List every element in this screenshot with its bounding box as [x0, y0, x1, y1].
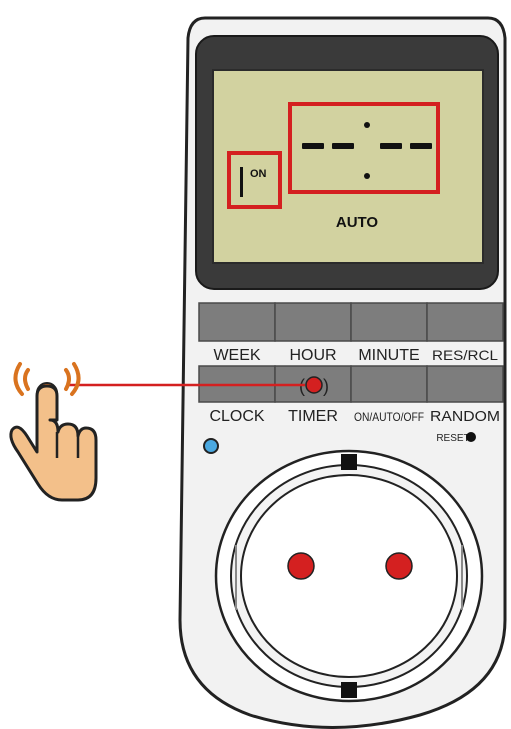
clock-led — [203, 438, 219, 454]
hour-button[interactable] — [274, 302, 352, 342]
week-button[interactable] — [198, 302, 276, 342]
mode-label: AUTO — [336, 214, 379, 231]
socket-pin-left — [287, 552, 315, 580]
minute-button[interactable] — [350, 302, 428, 342]
socket-pin-right — [385, 552, 413, 580]
res-rcl-label: RES/RCL — [432, 347, 498, 363]
week-label: WEEK — [213, 347, 260, 364]
hour-label: HOUR — [289, 347, 336, 364]
on-indicator-bar — [240, 167, 243, 197]
res-rcl-button[interactable] — [426, 302, 504, 342]
power-socket — [214, 449, 484, 703]
on-auto-off-button[interactable] — [350, 365, 428, 403]
random-button[interactable] — [426, 365, 504, 403]
reset-label: RESET — [436, 433, 469, 444]
random-label: RANDOM — [430, 408, 500, 425]
timer-diagram: ON AUTO WEEK HOUR MINUTE RES/RCL CLOCK T… — [9, 16, 507, 729]
button-row-top — [198, 302, 504, 342]
minute-label: MINUTE — [358, 347, 419, 364]
on-label: ON — [250, 168, 267, 180]
clock-label: CLOCK — [209, 408, 264, 425]
timer-label: TIMER — [288, 408, 338, 425]
on-auto-off-label: ON/AUTO/OFF — [354, 410, 424, 424]
reset-button[interactable] — [466, 432, 476, 442]
svg-text:): ) — [323, 376, 329, 396]
lcd-screen — [212, 69, 484, 264]
